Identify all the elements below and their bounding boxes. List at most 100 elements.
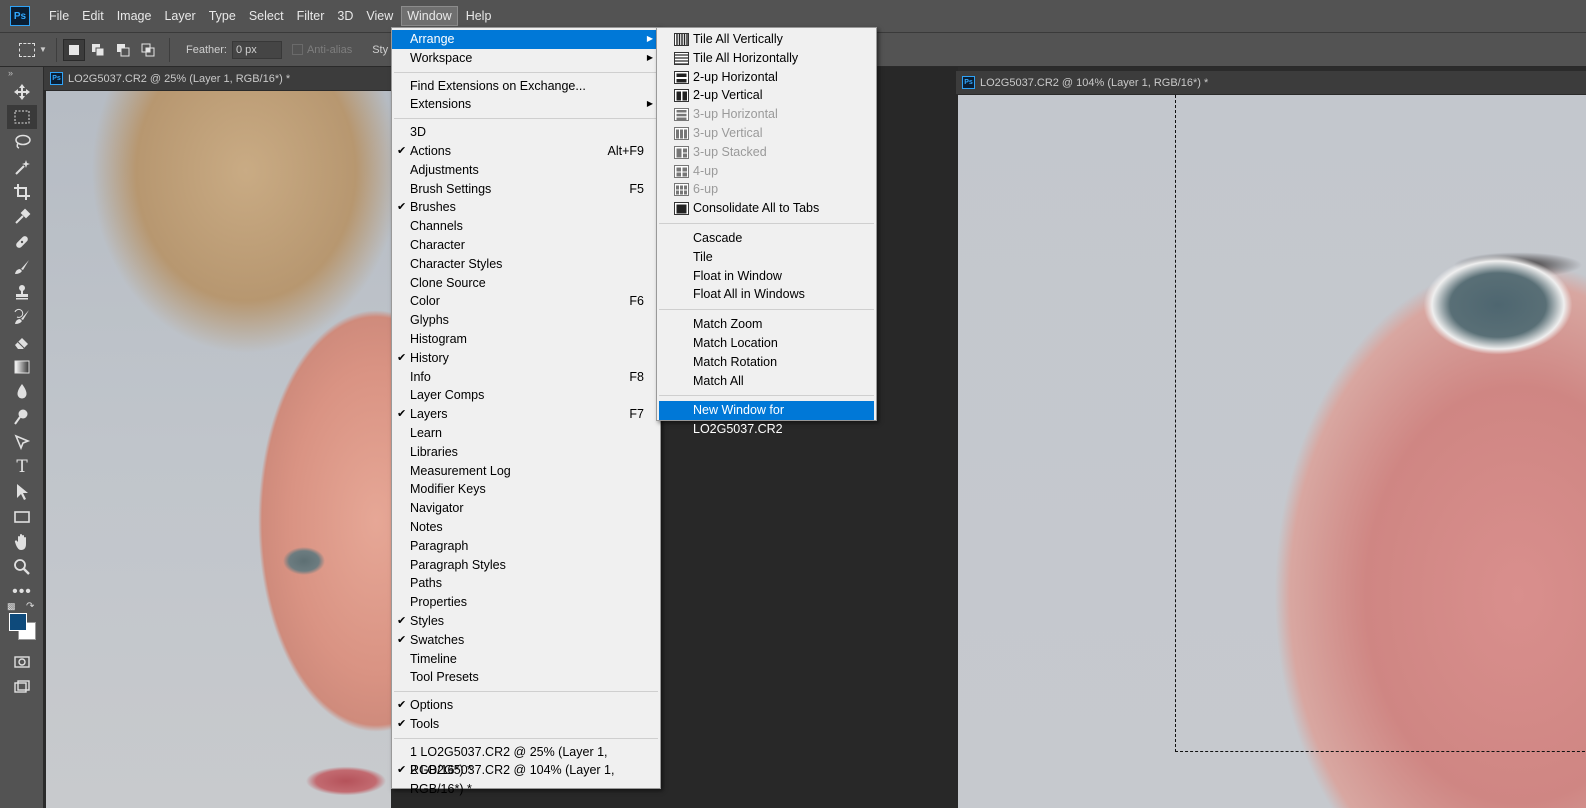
window-menu-item-1-lo2g5037-cr2-25-layer-1-rgb-16[interactable]: 1 LO2G5037.CR2 @ 25% (Layer 1, RGB/16*) …	[392, 743, 660, 778]
window-menu-item-tools[interactable]: ✔ Tools	[392, 715, 660, 734]
arrange-menu-item-consolidate-all-to-tabs[interactable]: Consolidate All to Tabs	[657, 199, 876, 218]
tool-preset-picker[interactable]: ▼	[16, 38, 50, 62]
brush-icon[interactable]	[7, 255, 37, 279]
window-menu-item-options[interactable]: ✔ Options	[392, 696, 660, 715]
document-tab-right[interactable]: Ps LO2G5037.CR2 @ 104% (Layer 1, RGB/16*…	[956, 71, 1586, 95]
window-menu-item-3d[interactable]: 3D	[392, 123, 660, 142]
window-menu-item-paragraph-styles[interactable]: Paragraph Styles	[392, 556, 660, 575]
window-menu-item-brush-settings[interactable]: Brush Settings F5	[392, 180, 660, 199]
foreground-color[interactable]	[9, 613, 27, 631]
window-menu-item-measurement-log[interactable]: Measurement Log	[392, 462, 660, 481]
window-menu-item-styles[interactable]: ✔ Styles	[392, 612, 660, 631]
gradient-icon[interactable]	[7, 355, 37, 379]
arrange-menu-item-tile-all-horizontally[interactable]: Tile All Horizontally	[657, 49, 876, 68]
window-menu-item-layer-comps[interactable]: Layer Comps	[392, 386, 660, 405]
hand-icon[interactable]	[7, 530, 37, 554]
screen-mode-icon[interactable]	[7, 675, 37, 699]
arrange-menu-item-match-rotation[interactable]: Match Rotation	[657, 353, 876, 372]
rectangle-icon[interactable]	[7, 505, 37, 529]
window-menu-item-channels[interactable]: Channels	[392, 217, 660, 236]
lasso-icon[interactable]	[7, 130, 37, 154]
type-icon[interactable]: T	[7, 455, 37, 479]
menu-view[interactable]: View	[361, 7, 398, 25]
arrange-menu-item-float-in-window[interactable]: Float in Window	[657, 267, 876, 286]
rectangular-marquee-icon[interactable]	[7, 105, 37, 129]
menu-edit[interactable]: Edit	[77, 7, 109, 25]
window-menu-item-navigator[interactable]: Navigator	[392, 499, 660, 518]
pen-icon[interactable]	[7, 430, 37, 454]
new-selection-button[interactable]	[63, 38, 85, 61]
window-menu-item-swatches[interactable]: ✔ Swatches	[392, 631, 660, 650]
arrange-menu-item-match-zoom[interactable]: Match Zoom	[657, 315, 876, 334]
menu-filter[interactable]: Filter	[292, 7, 330, 25]
window-menu-item-info[interactable]: Info F8	[392, 368, 660, 387]
default-colors-icon[interactable]: ▩	[7, 601, 16, 612]
window-menu-item-extensions[interactable]: Extensions ▶	[392, 95, 660, 114]
menu-help[interactable]: Help	[461, 7, 497, 25]
menu-3d[interactable]: 3D	[332, 7, 358, 25]
move-tool-icon[interactable]	[7, 80, 37, 104]
window-menu-item-character-styles[interactable]: Character Styles	[392, 255, 660, 274]
document-tab-left[interactable]: Ps LO2G5037.CR2 @ 25% (Layer 1, RGB/16*)…	[44, 67, 391, 91]
arrange-menu-item-float-all-in-windows[interactable]: Float All in Windows	[657, 285, 876, 304]
window-menu-item-history[interactable]: ✔ History	[392, 349, 660, 368]
window-menu-item-brushes[interactable]: ✔ Brushes	[392, 198, 660, 217]
window-menu-item-workspace[interactable]: Workspace ▶	[392, 49, 660, 68]
window-menu-item-timeline[interactable]: Timeline	[392, 650, 660, 669]
quick-mask-icon[interactable]	[7, 650, 37, 674]
window-menu-item-properties[interactable]: Properties	[392, 593, 660, 612]
intersect-selection-button[interactable]	[138, 39, 160, 61]
blur-icon[interactable]	[7, 380, 37, 404]
canvas-left[interactable]	[46, 91, 391, 808]
zoom-icon[interactable]	[7, 555, 37, 579]
menu-type[interactable]: Type	[204, 7, 241, 25]
window-menu-item-histogram[interactable]: Histogram	[392, 330, 660, 349]
window-menu-item-paths[interactable]: Paths	[392, 574, 660, 593]
healing-brush-icon[interactable]	[7, 230, 37, 254]
menu-window[interactable]: Window	[401, 6, 458, 26]
history-brush-icon[interactable]	[7, 305, 37, 329]
canvas-right[interactable]	[958, 95, 1586, 808]
arrange-menu-item-2-up-horizontal[interactable]: 2-up Horizontal	[657, 68, 876, 87]
clone-stamp-icon[interactable]	[7, 280, 37, 304]
menu-select[interactable]: Select	[244, 7, 289, 25]
menu-image[interactable]: Image	[112, 7, 157, 25]
window-menu-item-adjustments[interactable]: Adjustments	[392, 161, 660, 180]
arrange-menu-item-new-window-for-lo2g5037-cr2[interactable]: New Window for LO2G5037.CR2	[659, 401, 874, 436]
window-menu-item-arrange[interactable]: Arrange ▶	[392, 30, 660, 49]
add-selection-button[interactable]	[88, 39, 110, 61]
crop-icon[interactable]	[7, 180, 37, 204]
arrange-menu-item-tile-all-vertically[interactable]: Tile All Vertically	[657, 30, 876, 49]
arrange-menu-item-tile[interactable]: Tile	[657, 248, 876, 267]
window-menu-item-find-extensions-on-exchange[interactable]: Find Extensions on Exchange...	[392, 77, 660, 96]
eraser-icon[interactable]	[7, 330, 37, 354]
window-menu-item-clone-source[interactable]: Clone Source	[392, 274, 660, 293]
window-menu-item-notes[interactable]: Notes	[392, 518, 660, 537]
antialias-checkbox[interactable]	[291, 44, 303, 55]
feather-input[interactable]: 0 px	[231, 40, 282, 59]
window-menu-item-actions[interactable]: ✔ Actions Alt+F9	[392, 142, 660, 161]
arrange-menu-item-2-up-vertical[interactable]: 2-up Vertical	[657, 86, 876, 105]
window-menu-item-layers[interactable]: ✔ Layers F7	[392, 405, 660, 424]
window-menu-item-color[interactable]: Color F6	[392, 292, 660, 311]
menu-file[interactable]: File	[44, 7, 74, 25]
dodge-icon[interactable]	[7, 405, 37, 429]
arrange-menu-item-match-all[interactable]: Match All	[657, 372, 876, 391]
window-menu-item-learn[interactable]: Learn	[392, 424, 660, 443]
window-menu-item-character[interactable]: Character	[392, 236, 660, 255]
window-menu-item-libraries[interactable]: Libraries	[392, 443, 660, 462]
window-menu-item-glyphs[interactable]: Glyphs	[392, 311, 660, 330]
window-menu-item-2-lo2g5037-cr2-104-layer-1-rgb-16[interactable]: ✔ 2 LO2G5037.CR2 @ 104% (Layer 1, RGB/16*…	[392, 761, 660, 796]
window-menu-item-modifier-keys[interactable]: Modifier Keys	[392, 480, 660, 499]
path-selection-icon[interactable]	[7, 480, 37, 504]
window-menu-item-paragraph[interactable]: Paragraph	[392, 537, 660, 556]
swap-colors-icon[interactable]: ↷	[26, 601, 34, 612]
collapse-panel-icon[interactable]: »	[0, 67, 43, 79]
subtract-selection-button[interactable]	[113, 39, 135, 61]
arrange-menu-item-match-location[interactable]: Match Location	[657, 334, 876, 353]
eyedropper-icon[interactable]	[7, 205, 37, 229]
menu-layer[interactable]: Layer	[159, 7, 200, 25]
window-menu-item-tool-presets[interactable]: Tool Presets	[392, 668, 660, 687]
magic-wand-icon[interactable]	[7, 155, 37, 179]
arrange-menu-item-cascade[interactable]: Cascade	[657, 229, 876, 248]
